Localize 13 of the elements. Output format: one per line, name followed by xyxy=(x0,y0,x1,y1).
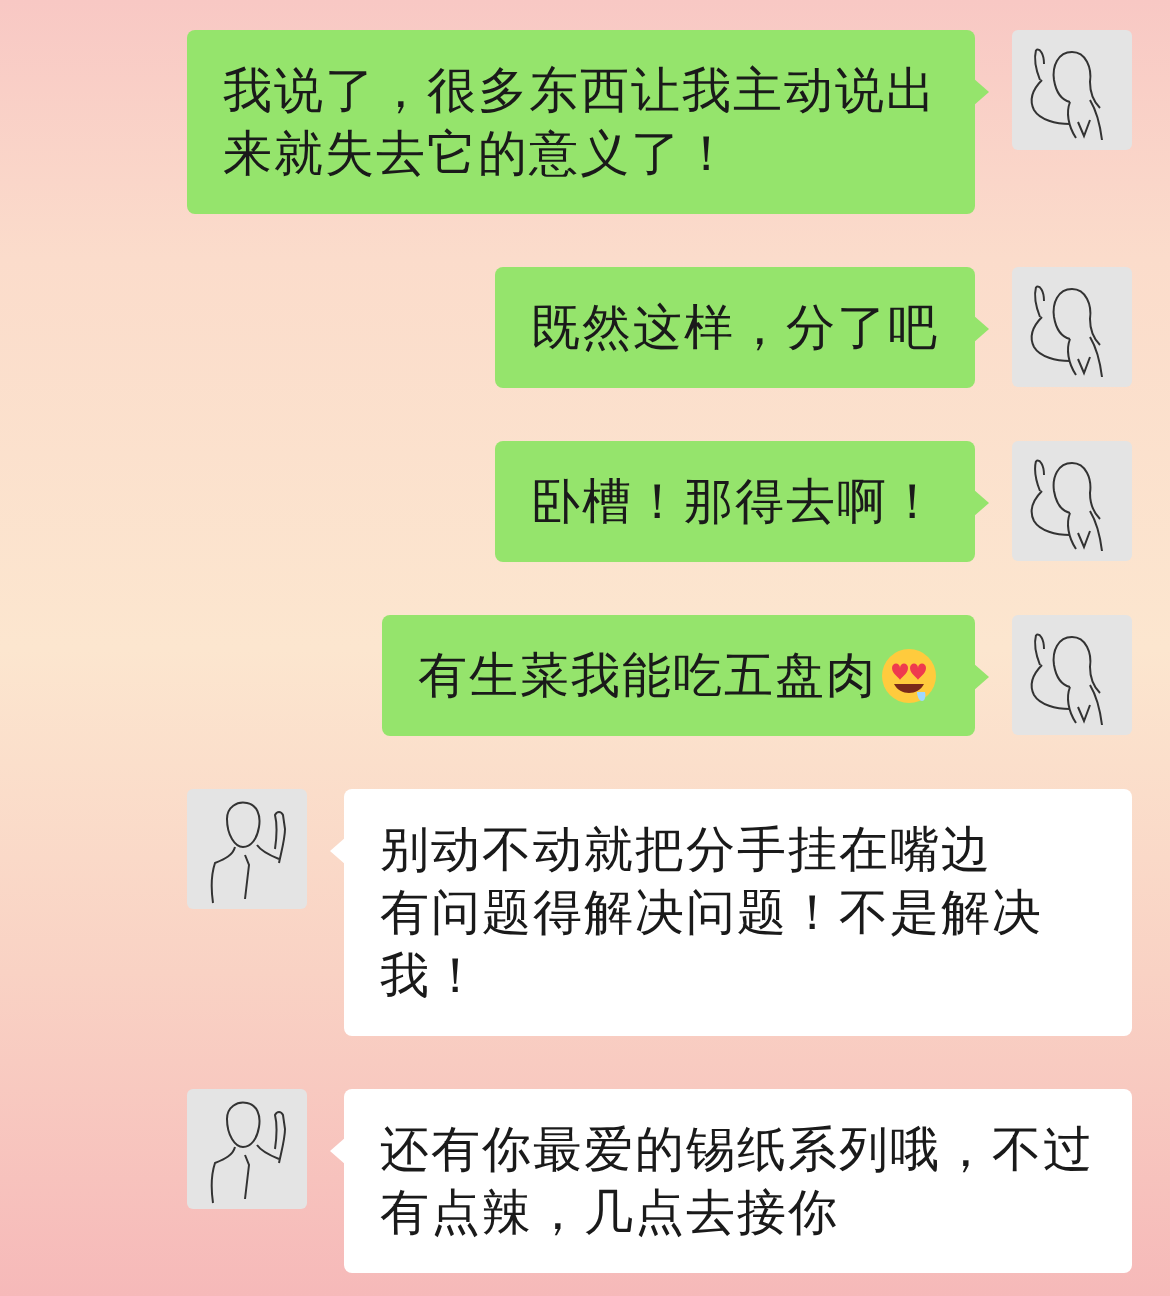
message-text: 有问题得解决问题！不是解决我！ xyxy=(380,883,1044,1006)
message-text: 还有你最爱的锡纸系列哦，不过有点辣，几点去接你 xyxy=(380,1120,1095,1243)
avatar[interactable] xyxy=(1012,267,1132,387)
message-text: 有生菜我能吃五盘肉 xyxy=(418,646,877,706)
message-text: 我说了，很多东西让我主动说出来就失去它的意义了！ xyxy=(223,61,938,184)
avatar[interactable] xyxy=(187,1089,307,1209)
message-text: 卧槽！那得去啊！ xyxy=(531,472,939,532)
avatar[interactable] xyxy=(187,789,307,909)
message-text: 既然这样，分了吧 xyxy=(531,298,939,358)
message-text: 别动不动就把分手挂在嘴边 xyxy=(380,820,993,880)
avatar[interactable] xyxy=(1012,30,1132,150)
avatar[interactable] xyxy=(1012,615,1132,735)
avatar[interactable] xyxy=(1012,441,1132,561)
